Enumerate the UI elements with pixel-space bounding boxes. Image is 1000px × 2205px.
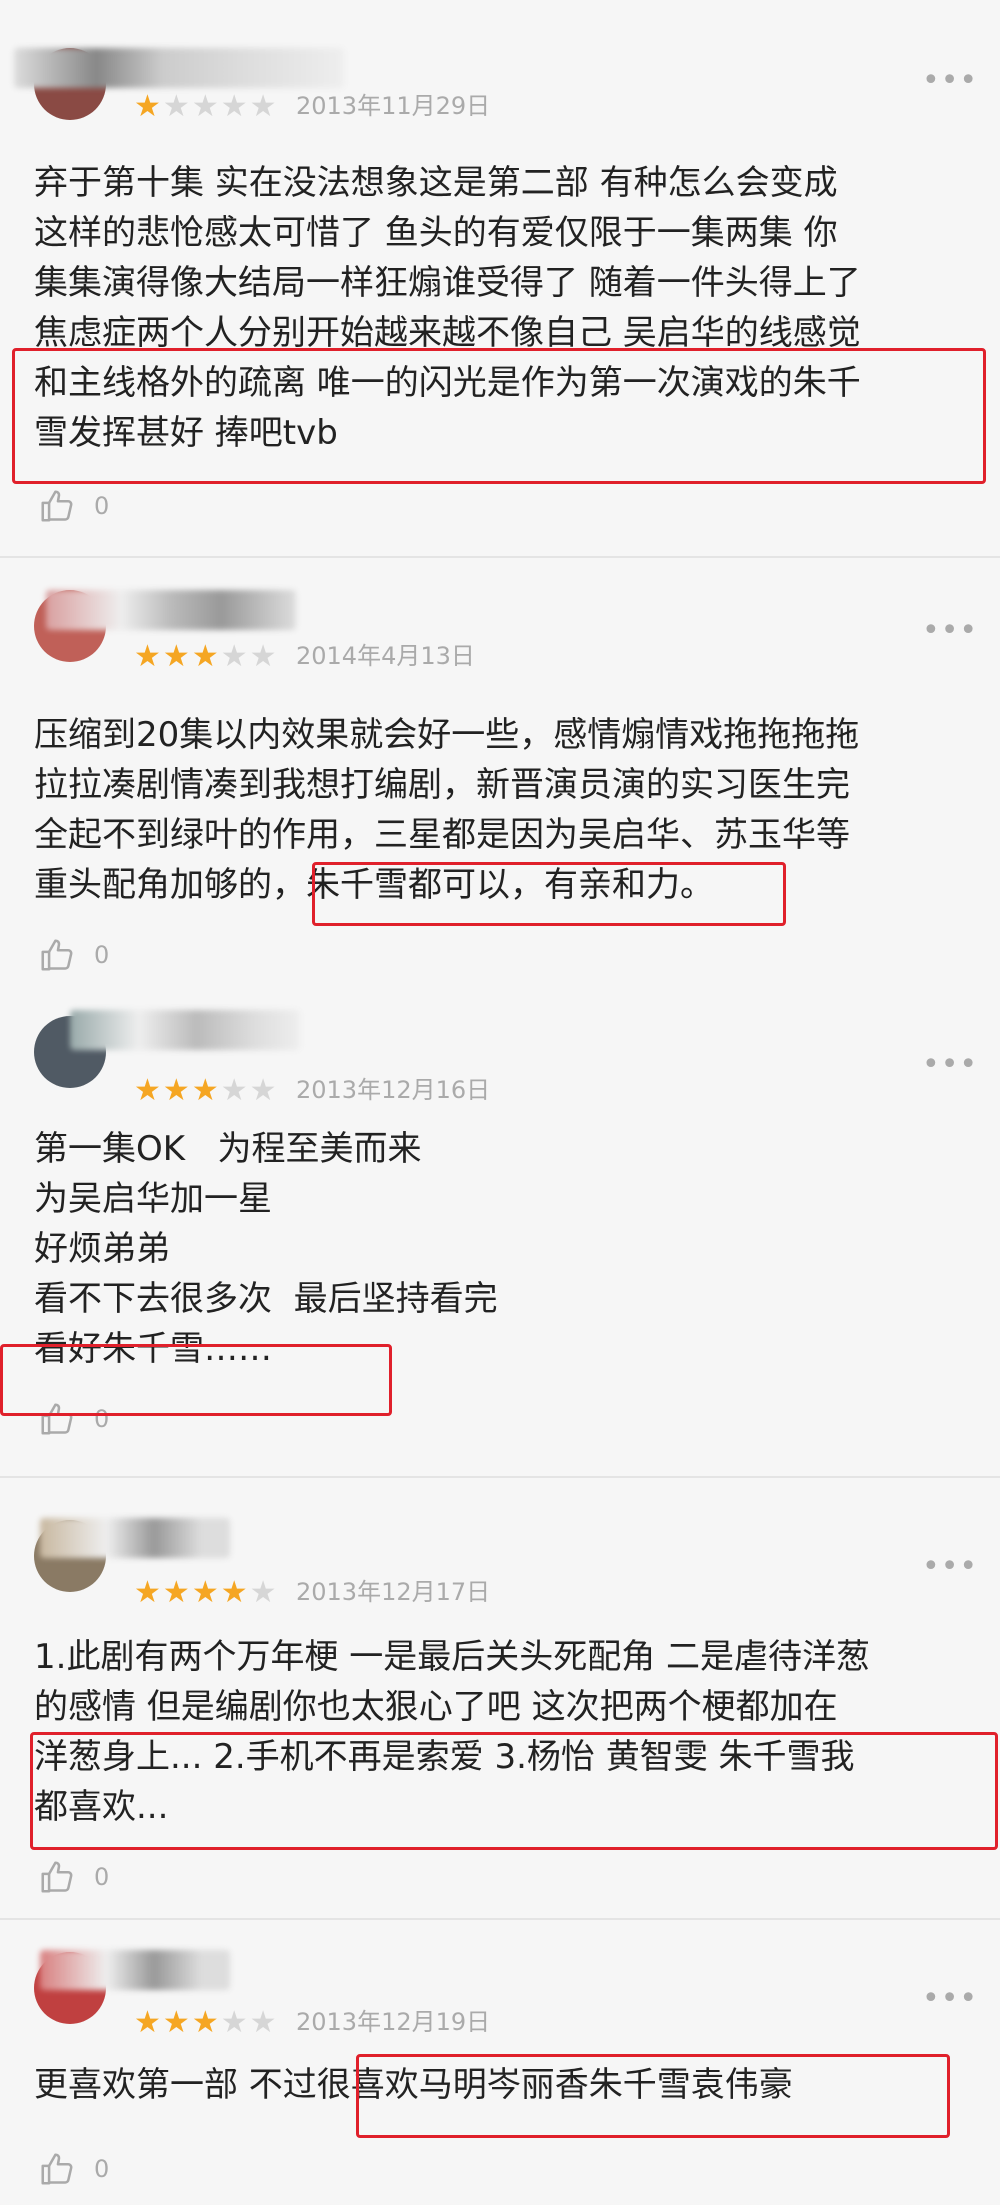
review-card: ★★★★★ 2014年4月13日 ••• 压缩到20集以内效果就会好一些，感情煽…	[0, 560, 1000, 980]
star-filled-icon: ★	[162, 2005, 192, 2040]
divider	[0, 556, 1000, 558]
more-options-icon[interactable]: •••	[922, 1552, 978, 1582]
star-filled-icon: ★	[191, 2005, 221, 2040]
star-filled-icon: ★	[134, 2005, 163, 2040]
divider	[0, 1476, 1000, 1478]
review-card: ★★★★★ 2013年11月29日 ••• 弃于第十集 实在没法想象这是第二部 …	[0, 0, 1000, 540]
rating-stars: ★★★★★	[134, 1076, 279, 1106]
star-empty-icon: ★	[249, 2005, 279, 2040]
review-card: ★★★★★ 2013年12月17日 ••• 1.此剧有两个万年梗 一是最后关头死…	[0, 1480, 1000, 1910]
star-filled-icon: ★	[191, 1073, 221, 1108]
rating-stars: ★★★★★	[134, 1578, 279, 1608]
review-date: 2013年12月17日	[296, 1578, 491, 1606]
star-empty-icon: ★	[220, 89, 250, 124]
more-options-icon[interactable]: •••	[922, 616, 978, 646]
star-filled-icon: ★	[220, 1575, 250, 1610]
username-blurred[interactable]	[40, 1950, 230, 1990]
like-count: 0	[94, 492, 110, 520]
star-empty-icon: ★	[220, 639, 250, 674]
star-filled-icon: ★	[134, 1073, 163, 1108]
like-button[interactable]: 0	[38, 1400, 109, 1438]
more-options-icon[interactable]: •••	[922, 1984, 978, 2014]
like-count: 0	[94, 2155, 110, 2183]
review-date: 2013年12月19日	[296, 2008, 491, 2036]
thumbs-up-icon	[41, 939, 73, 971]
star-filled-icon: ★	[162, 1073, 192, 1108]
review-text: 1.此剧有两个万年梗 一是最后关头死配角 二是虐待洋葱 的感情 但是编剧你也太狠…	[34, 1637, 871, 1827]
thumbs-up-icon	[41, 490, 73, 522]
thumbs-up-icon	[41, 2153, 73, 2185]
like-count: 0	[94, 1863, 110, 1891]
review-date: 2013年11月29日	[296, 92, 491, 120]
star-empty-icon: ★	[249, 639, 279, 674]
star-empty-icon: ★	[249, 1575, 279, 1610]
more-options-icon[interactable]: •••	[922, 1050, 978, 1080]
like-count: 0	[94, 1405, 110, 1433]
star-empty-icon: ★	[220, 2005, 250, 2040]
rating-stars: ★★★★★	[134, 2008, 279, 2038]
review-text: 压缩到20集以内效果就会好一些，感情煽情戏拖拖拖拖 拉拉凑剧情凑到我想打编剧，新…	[34, 715, 860, 905]
star-empty-icon: ★	[249, 89, 279, 124]
like-button[interactable]: 0	[38, 936, 109, 974]
more-options-icon[interactable]: •••	[922, 66, 978, 96]
star-empty-icon: ★	[220, 1073, 250, 1108]
thumbs-up-icon	[41, 1403, 73, 1435]
like-button[interactable]: 0	[38, 1858, 109, 1896]
username-blurred[interactable]	[70, 1010, 300, 1050]
review-date: 2013年12月16日	[296, 1076, 491, 1104]
rating-stars: ★★★★★	[134, 642, 279, 672]
star-filled-icon: ★	[134, 1575, 163, 1610]
star-filled-icon: ★	[191, 1575, 221, 1610]
username-blurred[interactable]	[14, 48, 344, 88]
review-text: 弃于第十集 实在没法想象这是第二部 有种怎么会变成 这样的悲怆感太可惜了 鱼头的…	[34, 163, 861, 453]
review-date: 2014年4月13日	[296, 642, 475, 670]
like-button[interactable]: 0	[38, 487, 109, 525]
star-filled-icon: ★	[134, 89, 163, 124]
review-card: ★★★★★ 2013年12月16日 ••• 第一集OK 为程至美而来 为吴启华加…	[0, 980, 1000, 1460]
star-empty-icon: ★	[162, 89, 192, 124]
divider	[0, 1918, 1000, 1920]
review-card: ★★★★★ 2013年12月19日 ••• 更喜欢第一部 不过很喜欢马明岑丽香朱…	[0, 1922, 1000, 2205]
star-empty-icon: ★	[191, 89, 221, 124]
star-filled-icon: ★	[134, 639, 163, 674]
star-empty-icon: ★	[249, 1073, 279, 1108]
like-count: 0	[94, 941, 110, 969]
star-filled-icon: ★	[191, 639, 221, 674]
star-filled-icon: ★	[162, 1575, 192, 1610]
username-blurred[interactable]	[40, 1518, 230, 1558]
review-text: 第一集OK 为程至美而来 为吴启华加一星 好烦弟弟 看不下去很多次 最后坚持看完…	[34, 1129, 498, 1369]
like-button[interactable]: 0	[38, 2150, 109, 2188]
thumbs-up-icon	[41, 1861, 73, 1893]
rating-stars: ★★★★★	[134, 92, 279, 122]
review-text: 更喜欢第一部 不过很喜欢马明岑丽香朱千雪袁伟豪	[34, 2065, 793, 2105]
star-filled-icon: ★	[162, 639, 192, 674]
username-blurred[interactable]	[46, 590, 296, 630]
